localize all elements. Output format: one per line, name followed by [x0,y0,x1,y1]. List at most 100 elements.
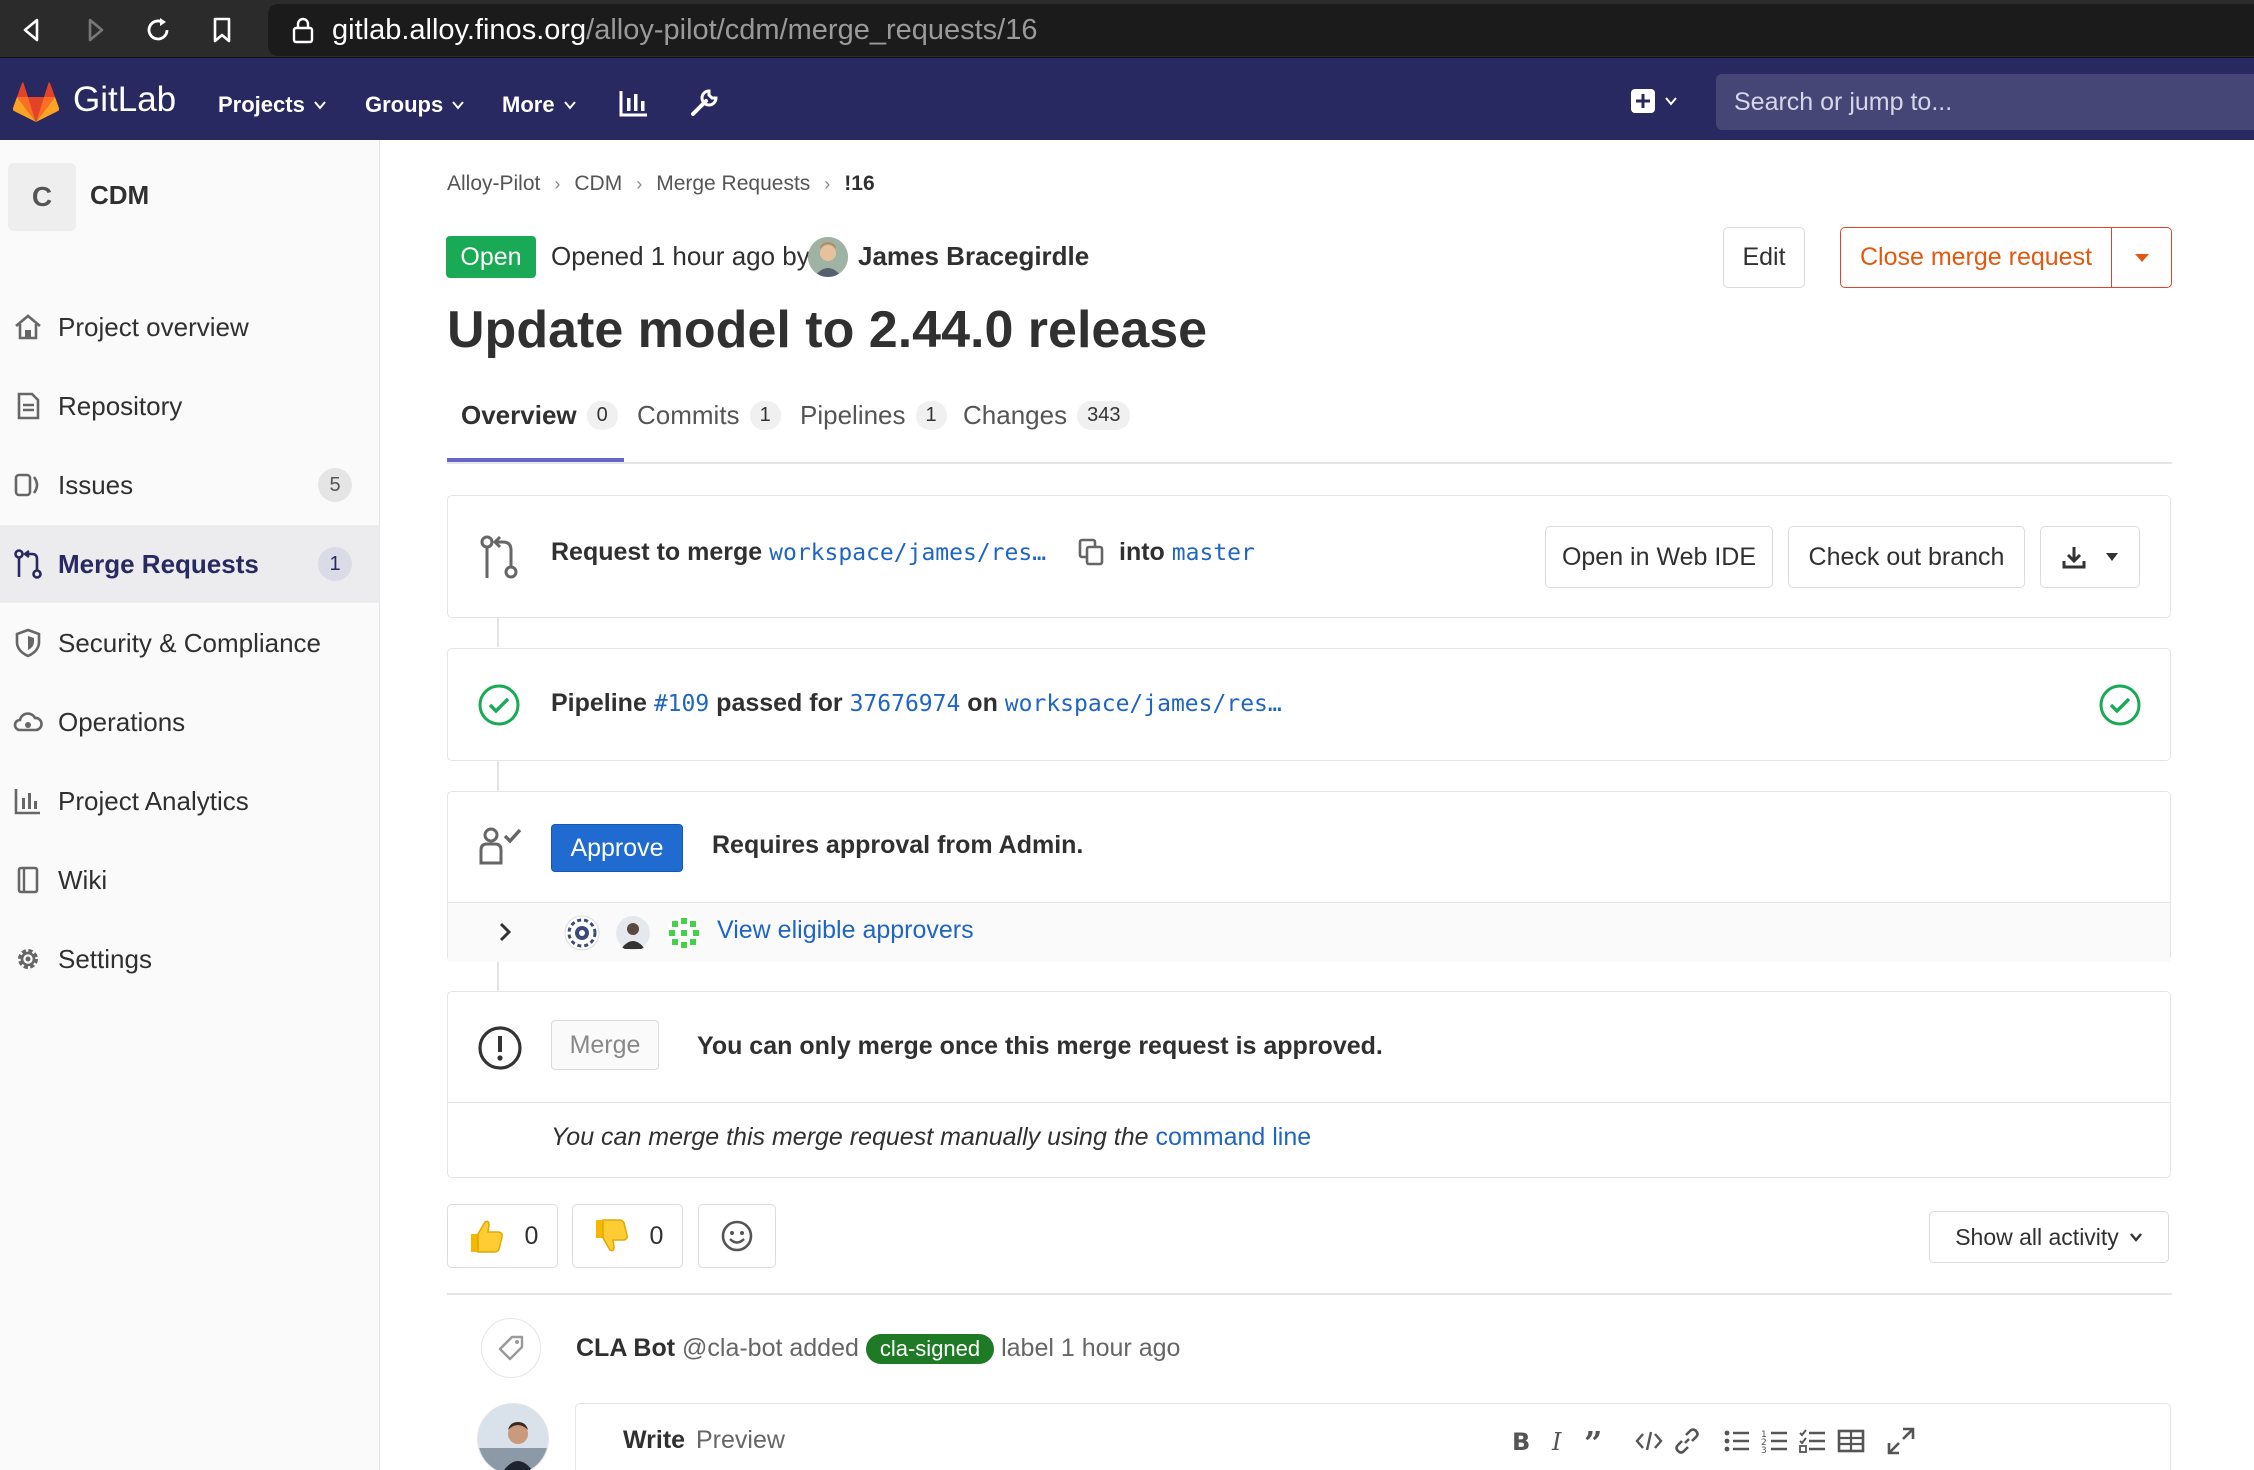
breadcrumb: Alloy-Pilot › CDM › Merge Requests › !16 [447,172,875,196]
sidebar-item-repository[interactable]: Repository [0,367,380,445]
pipeline-link[interactable]: #109 [654,691,709,717]
thumbs-down-button[interactable]: 0 [572,1204,683,1268]
tab-changes[interactable]: Changes 343 [963,400,1131,431]
copy-icon[interactable] [1078,538,1104,566]
divider [447,1293,2172,1295]
pipeline-stage-success-icon[interactable] [2098,683,2142,727]
edit-button[interactable]: Edit [1723,227,1805,288]
tab-overview[interactable]: Overview 0 [461,400,618,431]
search-placeholder: Search or jump to... [1734,88,1953,116]
command-line-link[interactable]: command line [1156,1123,1312,1151]
chart-icon [14,789,40,815]
approvers-row[interactable]: View eligible approvers [448,902,2170,962]
activity-user-link[interactable]: CLA Bot [576,1334,675,1362]
breadcrumb-current[interactable]: !16 [844,172,874,196]
author-name[interactable]: James Bracegirdle [858,241,1089,272]
add-reaction-button[interactable] [698,1204,776,1268]
thumbs-up-button[interactable]: 0 [447,1204,558,1268]
breadcrumb-merge-requests[interactable]: Merge Requests [656,172,810,196]
bookmark-icon[interactable] [202,10,242,50]
sidebar-item-wiki[interactable]: Wiki [0,841,380,919]
wrench-icon[interactable] [687,86,721,120]
chevron-down-icon [452,101,465,110]
gitlab-logo-icon[interactable] [12,80,60,124]
nav-more[interactable]: More [502,92,577,118]
address-bar[interactable]: gitlab.alloy.finos.org/alloy-pilot/cdm/m… [268,4,2254,56]
open-web-ide-button[interactable]: Open in Web IDE [1545,526,1773,588]
view-eligible-approvers-link[interactable]: View eligible approvers [717,916,974,945]
sidebar-item-security-compliance[interactable]: Security & Compliance [0,604,380,682]
sidebar-item-project-overview[interactable]: Project overview [0,288,380,366]
nav-projects[interactable]: Projects [218,92,327,118]
forward-icon[interactable] [75,10,115,50]
tab-commits[interactable]: Commits 1 [637,400,781,431]
nav-groups[interactable]: Groups [365,92,465,118]
sidebar-item-label: Issues [58,469,134,500]
chevron-down-icon [1665,97,1677,106]
project-name[interactable]: CDM [90,180,149,211]
svg-text:I: I [1551,1428,1562,1456]
close-merge-request-button[interactable]: Close merge request [1840,227,2112,288]
tab-count: 1 [915,401,947,430]
thumbs-up-icon [470,1220,503,1253]
project-avatar[interactable]: C [8,163,76,231]
gitlab-brand[interactable]: GitLab [73,80,176,120]
chevron-right-icon[interactable] [498,921,512,943]
code-icon[interactable] [1634,1426,1664,1456]
system-note-icon [481,1318,541,1378]
approver-avatar[interactable] [564,915,600,951]
avatar[interactable] [477,1403,549,1470]
shield-icon [15,628,41,658]
label-badge[interactable]: cla-signed [865,1334,995,1364]
activity-chart-icon[interactable] [617,86,651,120]
breadcrumb-project[interactable]: CDM [574,172,622,196]
approve-button[interactable]: Approve [551,824,683,872]
pipeline-branch-link[interactable]: workspace/james/res… [1005,691,1282,717]
download-dropdown[interactable] [2040,526,2140,588]
quote-icon[interactable]: ” [1582,1426,1612,1456]
numbered-list-icon[interactable]: 123 [1760,1426,1790,1456]
reload-icon[interactable] [138,10,178,50]
task-list-icon[interactable] [1798,1426,1828,1456]
show-all-activity-dropdown[interactable]: Show all activity [1929,1211,2169,1263]
bullet-list-icon[interactable] [1722,1426,1752,1456]
sidebar-item-operations[interactable]: Operations [0,683,380,761]
merge-info-widget: Request to merge workspace/james/res… in… [447,495,2171,618]
breadcrumb-group[interactable]: Alloy-Pilot [447,172,540,196]
target-branch-link[interactable]: master [1172,540,1255,566]
thumbs-down-icon [595,1219,628,1252]
approver-avatar[interactable] [666,915,702,951]
sidebar-item-project-analytics[interactable]: Project Analytics [0,762,380,840]
issues-count-badge: 5 [318,468,352,502]
thumbs-up-count: 0 [524,1221,539,1250]
gitlab-navbar: GitLab Projects Groups More Search or ju… [0,58,2254,140]
write-tab[interactable]: Write [623,1426,685,1455]
merge-button[interactable]: Merge [551,1020,659,1070]
preview-tab[interactable]: Preview [696,1426,785,1455]
tab-pipelines[interactable]: Pipelines 1 [800,400,947,431]
italic-icon[interactable]: I [1544,1426,1574,1456]
approver-avatar[interactable] [615,915,651,951]
search-input[interactable]: Search or jump to... [1716,74,2254,130]
avatar[interactable] [808,237,848,277]
check-out-branch-button[interactable]: Check out branch [1788,526,2025,588]
bold-icon[interactable]: B [1506,1426,1536,1456]
tag-icon [498,1335,524,1361]
link-icon[interactable] [1672,1426,1702,1456]
new-item-dropdown[interactable] [1630,88,1678,114]
source-branch-link[interactable]: workspace/james/res… [769,540,1046,566]
table-icon[interactable] [1836,1426,1866,1456]
fullscreen-icon[interactable] [1886,1426,1916,1456]
smiley-icon [721,1220,753,1252]
activity-handle[interactable]: @cla-bot added [682,1334,859,1362]
manual-merge-text: You can merge this merge request manuall… [551,1123,1312,1151]
opened-text: Opened 1 hour ago by [551,241,810,271]
sidebar-item-settings[interactable]: Settings [0,920,380,998]
tab-count: 0 [586,401,618,430]
pipeline-success-icon[interactable] [477,683,521,727]
close-options-dropdown[interactable] [2111,227,2172,288]
back-icon[interactable] [12,10,52,50]
sidebar-item-issues[interactable]: Issues 5 [0,446,380,524]
sidebar-item-merge-requests[interactable]: Merge Requests 1 [0,525,380,603]
commit-link[interactable]: 37676974 [850,691,961,717]
